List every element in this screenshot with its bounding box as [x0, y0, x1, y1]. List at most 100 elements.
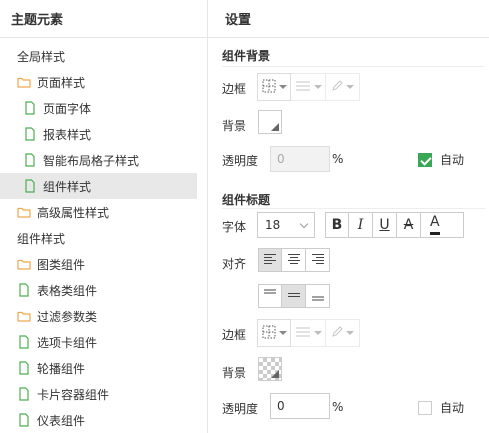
title-auto-checkbox[interactable]: 自动 — [418, 399, 464, 416]
font-color-dropdown[interactable]: A — [421, 212, 464, 238]
section-title-widget-background: 组件背景 — [222, 49, 271, 63]
auto-label: 自动 — [440, 153, 465, 167]
bold-button[interactable]: B — [325, 212, 349, 238]
font-label: 字体 — [222, 220, 247, 234]
tree-item-label: 组件样式 — [43, 179, 92, 194]
italic-button[interactable]: I — [349, 212, 373, 238]
border-grid-icon — [262, 325, 276, 342]
dropdown-triangle-icon — [271, 123, 279, 131]
section-title-widget-title: 组件标题 — [222, 193, 271, 207]
title-line-style-dropdown[interactable] — [291, 319, 326, 347]
tree-item-label: 组件样式 — [17, 231, 66, 246]
tree-item-tab-widget[interactable]: 选项卡组件 — [0, 329, 197, 355]
divider — [222, 208, 485, 209]
tree-item-label: 高级属性样式 — [37, 205, 110, 220]
file-icon — [23, 127, 37, 141]
auto-label: 自动 — [440, 401, 465, 415]
border-grid-icon — [262, 79, 276, 96]
valign-bottom-button[interactable] — [306, 284, 330, 308]
align-right-button[interactable] — [306, 248, 330, 272]
title-border-color-dropdown[interactable] — [326, 319, 360, 347]
tree-item-label: 智能布局格子样式 — [43, 153, 140, 168]
tree-item-label: 卡片容器组件 — [37, 387, 110, 402]
font-size-select[interactable]: 18 — [257, 212, 315, 238]
tree-item-carousel-widget[interactable]: 轮播组件 — [0, 355, 197, 381]
align-right-icon — [311, 253, 325, 268]
folder-icon — [17, 257, 31, 271]
theme-elements-panel: 主题元素 全局样式 页面样式 页面字体 报表样式 智能布局格子样式 组件样式 高… — [0, 0, 208, 433]
align-center-icon — [287, 253, 301, 268]
tree-item-label: 页面字体 — [43, 101, 92, 116]
folder-icon — [17, 309, 31, 323]
file-icon — [17, 361, 31, 375]
chevron-down-icon — [313, 85, 322, 89]
tree-item-label: 全局样式 — [17, 49, 66, 64]
background-color-button[interactable] — [258, 110, 282, 134]
underline-button[interactable]: U — [373, 212, 397, 238]
align-label: 对齐 — [222, 257, 247, 271]
border-color-dropdown[interactable] — [326, 73, 360, 101]
panel-title: 主题元素 — [11, 13, 64, 28]
tree-item-label: 轮播组件 — [37, 361, 86, 376]
tree-item-chart-widgets[interactable]: 图类组件 — [0, 251, 197, 277]
tree-item-smart-layout-style[interactable]: 智能布局格子样式 — [0, 147, 197, 173]
font-color-icon: A — [430, 215, 440, 235]
tree-item-filter-widgets[interactable]: 过滤参数类 — [0, 303, 197, 329]
folder-icon — [17, 75, 31, 89]
divider — [208, 37, 489, 38]
pencil-icon — [331, 325, 343, 341]
settings-title: 设置 — [225, 13, 252, 28]
tree-item-widget-style[interactable]: 组件样式 — [0, 173, 197, 199]
tree-item-label: 页面样式 — [37, 75, 86, 90]
tree-item-label: 表格类组件 — [37, 283, 98, 298]
tree-header-global[interactable]: 全局样式 — [0, 43, 197, 69]
border-style-dropdown[interactable] — [257, 73, 291, 101]
background-label: 背景 — [222, 366, 247, 380]
title-opacity-input[interactable] — [270, 393, 330, 419]
valign-bottom-icon — [311, 288, 325, 305]
title-background-button[interactable] — [258, 357, 282, 381]
chevron-down-icon — [346, 85, 354, 89]
font-size-value: 18 — [265, 218, 281, 232]
border-label: 边框 — [222, 82, 247, 96]
tree-item-label: 图类组件 — [37, 257, 86, 272]
tree-item-page-style[interactable]: 页面样式 — [0, 69, 197, 95]
tree-item-label: 仪表组件 — [37, 413, 86, 428]
tree-item-advanced-style[interactable]: 高级属性样式 — [0, 199, 197, 225]
auto-checkbox[interactable]: 自动 — [418, 151, 464, 168]
opacity-label: 透明度 — [222, 154, 259, 168]
tree-item-gauge-widget[interactable]: 仪表组件 — [0, 407, 197, 433]
divider — [222, 66, 485, 67]
tree-item-table-widgets[interactable]: 表格类组件 — [0, 277, 197, 303]
tree-header-widgets[interactable]: 组件样式 — [0, 225, 197, 251]
chevron-down-icon — [346, 331, 354, 335]
percent-unit: % — [332, 152, 344, 166]
tree-item-card-container-widget[interactable]: 卡片容器组件 — [0, 381, 197, 407]
tree-item-page-font[interactable]: 页面字体 — [0, 95, 197, 121]
file-icon — [17, 335, 31, 349]
file-icon — [23, 179, 37, 193]
pencil-icon — [331, 79, 343, 95]
file-icon — [17, 387, 31, 401]
file-icon — [23, 101, 37, 115]
chevron-down-icon — [278, 85, 287, 89]
chevron-down-icon — [278, 331, 287, 335]
folder-icon — [17, 205, 31, 219]
title-border-style-dropdown[interactable] — [257, 319, 291, 347]
line-style-dropdown[interactable] — [291, 73, 326, 101]
chevron-down-icon — [313, 331, 322, 335]
divider — [0, 37, 208, 38]
background-label: 背景 — [222, 119, 247, 133]
valign-middle-button[interactable] — [282, 284, 306, 308]
strikethrough-button[interactable]: A — [397, 212, 421, 238]
line-style-icon — [295, 326, 311, 341]
valign-top-button[interactable] — [258, 284, 282, 308]
valign-top-icon — [263, 288, 277, 305]
align-left-icon — [263, 253, 277, 268]
tree-item-report-style[interactable]: 报表样式 — [0, 121, 197, 147]
chevron-down-icon — [299, 219, 309, 229]
opacity-input[interactable] — [270, 146, 330, 172]
tree-item-label: 过滤参数类 — [37, 309, 98, 324]
align-center-button[interactable] — [282, 248, 306, 272]
align-left-button[interactable] — [258, 248, 282, 272]
